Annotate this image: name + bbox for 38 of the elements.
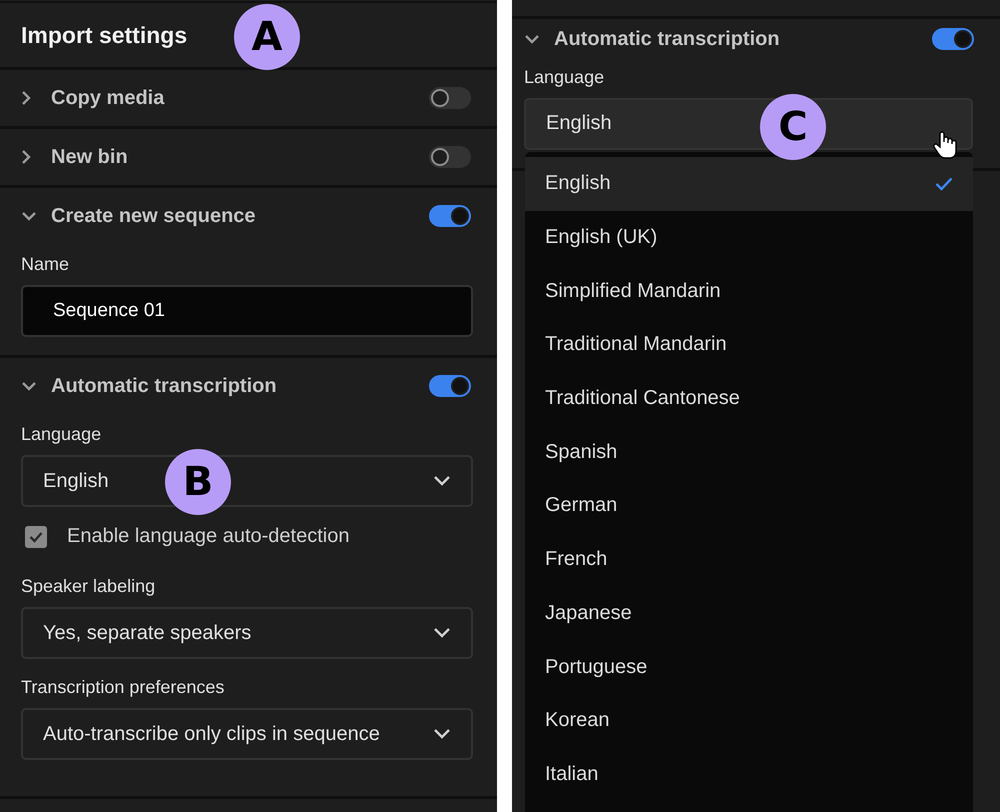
menu-item[interactable]: Simplified Mandarin <box>525 264 973 318</box>
panel-title: Import settings <box>21 22 188 48</box>
menu-item[interactable]: German <box>525 479 973 533</box>
menu-item[interactable]: Portuguese <box>525 640 973 694</box>
dropdown-select[interactable]: Auto-transcribe only clips in sequence <box>21 708 473 760</box>
section-title[interactable]: Automatic transcription <box>51 374 429 398</box>
section-title[interactable]: Automatic transcription <box>554 28 932 50</box>
chevron-down-icon <box>433 627 451 639</box>
checkmark-icon <box>29 530 43 542</box>
checkmark-icon <box>935 176 953 191</box>
menu-item[interactable]: Japanese <box>525 586 973 640</box>
menu-item[interactable]: English <box>525 157 973 211</box>
field-label: Name <box>21 254 70 275</box>
chevron-down-icon <box>433 728 451 740</box>
field-label: Language <box>524 67 606 88</box>
name-input-field[interactable]: Sequence 01 <box>21 285 473 337</box>
menu-item[interactable]: Spanish <box>525 425 973 480</box>
toggle-switch[interactable] <box>429 87 471 109</box>
menu-item[interactable]: English (UK) <box>525 210 973 264</box>
checkbox-label: Enable language auto-detection <box>67 525 350 548</box>
section-title[interactable]: Create new sequence <box>51 204 429 228</box>
dropdown-select[interactable]: Yes, separate speakers <box>21 607 473 659</box>
field-label: Speaker labeling <box>21 576 156 597</box>
menu-item[interactable]: Korean <box>525 694 973 748</box>
chevron-down-icon <box>433 475 451 487</box>
toggle-switch[interactable] <box>429 375 471 397</box>
menu-item[interactable]: Traditional Mandarin <box>525 318 973 372</box>
toggle-switch[interactable] <box>429 146 471 168</box>
toggle-switch[interactable] <box>429 205 471 227</box>
checkbox[interactable] <box>25 526 47 548</box>
section-title[interactable]: New bin <box>51 146 429 168</box>
field-label: Transcription preferences <box>21 677 226 698</box>
menu-item[interactable]: Italian <box>525 748 973 802</box>
menu-item[interactable]: French <box>525 532 973 586</box>
section-title[interactable]: Copy media <box>51 86 429 110</box>
menu-item[interactable]: Traditional Cantonese <box>525 372 973 426</box>
toggle-switch[interactable] <box>932 28 974 50</box>
field-label: Language <box>21 424 102 445</box>
